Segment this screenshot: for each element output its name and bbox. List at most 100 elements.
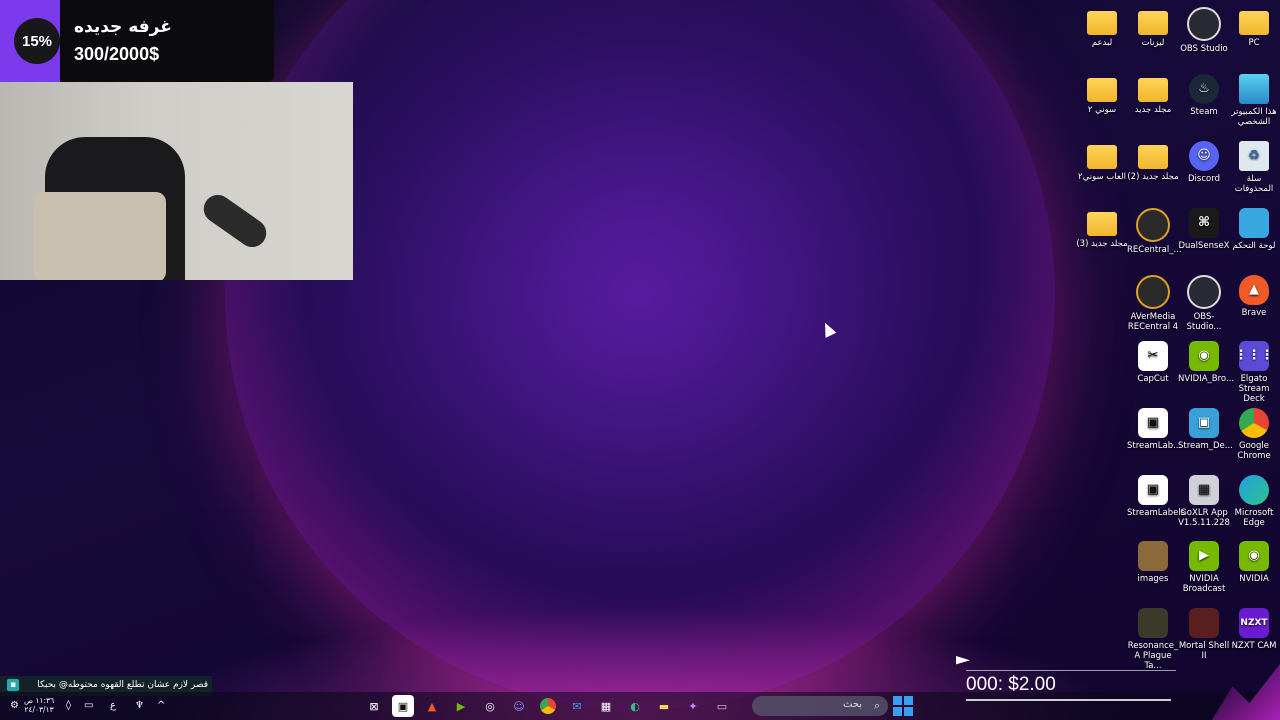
desktop-icon-steam[interactable]: ♨ Steam [1178,69,1230,117]
search-icon: ⌕ [873,699,880,712]
goal-percent: 15% [14,18,60,64]
desktop-icon-stream-deck[interactable]: ▣ Stream_De... [1178,403,1233,451]
windows-logo-quadrant [904,696,913,705]
desktop-icon-folder-lyrics[interactable]: ليزنات [1127,2,1179,48]
desktop-icon-folder-sony-games[interactable]: العاب سوني٢ [1076,136,1128,182]
desktop-icon-dualsensex[interactable]: ⌘ DualSenseX [1178,203,1230,251]
desktop-icon-images[interactable]: images [1127,536,1179,584]
desktop-icon-this-pc[interactable]: هذا الكمبيوتر الشخصي [1228,69,1280,127]
desktop-icon-new-folder[interactable]: مجلد جديد [1127,69,1179,115]
game-icon [1189,608,1219,638]
nvidia-icon[interactable]: ▶ [450,695,472,717]
desktop-icon-label: GoXLR App V1.5.11.228 [1178,508,1230,528]
obs-icon[interactable]: ◎ [479,695,501,717]
desktop-icon-label: Discord [1188,174,1220,184]
desktop-icon-edge[interactable]: Microsoft Edge [1228,470,1280,528]
desktop-icon-label: Stream_De... [1178,441,1233,451]
recycle-bin-icon: ♻ [1239,141,1269,171]
copilot-icon[interactable]: ✦ [682,695,704,717]
tray-clock[interactable]: ١١:٣٦ ص ٢٤/٠٣/١٣ [24,696,54,714]
app-icon[interactable]: ▭ [711,695,733,717]
desktop-icon-goxlr[interactable]: ▦ GoXLR App V1.5.11.228 [1178,470,1230,528]
streamlabs-icon: ▣ [1138,408,1168,438]
settings-icon[interactable]: ⚙ [10,700,19,711]
chat-user-icon: ▪ [7,679,19,691]
folder-icon [1087,11,1117,35]
chat-message: قصر لازم عشان تطلع القهوه محتوطه@ بحبكا [37,680,208,690]
desktop-icon-label: images [1137,574,1169,584]
discord-icon[interactable]: ☺ [508,695,530,717]
desktop-icon-label: StreamLab... [1127,441,1182,451]
desktop-icon-control-panel[interactable]: لوحة التحكم [1228,203,1280,251]
edge-icon[interactable]: ◐ [624,695,646,717]
desktop-icon-nzxt[interactable]: NZXT NZXT CAM [1228,603,1280,651]
donation-amount: 000: $2.00 [966,674,1056,695]
donation-glow [1212,664,1280,720]
desktop-icon-obs[interactable]: OBS Studio [1178,2,1230,54]
nvidia-icon: ◉ [1189,341,1219,371]
file-explorer-icon[interactable]: ▬ [653,695,675,717]
microphone-icon[interactable]: ♆ [135,700,144,711]
edge-icon [1239,475,1269,505]
computer-icon [1239,74,1269,104]
store-icon[interactable]: ▦ [595,695,617,717]
windows-logo-quadrant [893,696,902,705]
monitor-icon[interactable]: ▭ [84,700,93,711]
windows-logo-quadrant [893,707,902,716]
obs-icon [1187,7,1221,41]
desktop-icon-label: لوحة التحكم [1232,241,1276,251]
network-icon[interactable]: ◊ [66,700,71,711]
desktop-icon-label: DualSenseX [1178,241,1230,251]
desktop-icon-label: NVIDIA Broadcast [1182,574,1226,594]
game-icon [1138,608,1168,638]
desktop-icon-label: Steam [1190,107,1218,117]
taskbar-search[interactable]: بحث ⌕ [752,696,888,716]
desktop-icon-avermedia[interactable]: AVerMedia RECentral 4 [1127,270,1179,332]
image-icon [1138,541,1168,571]
chrome-icon[interactable] [537,695,559,717]
desktop-icon-label: NVIDIA [1239,574,1269,584]
desktop-icon-label: Brave [1241,308,1267,318]
nzxt-icon: NZXT [1239,608,1269,638]
desktop-icon-elgato[interactable]: ⋮⋮⋮ Elgato Stream Deck [1228,336,1280,404]
chevron-up-icon[interactable]: ^ [157,700,165,711]
desktop-icon-brave[interactable]: ▲ Brave [1228,270,1280,318]
desktop-icon-chrome[interactable]: Google Chrome [1228,403,1280,461]
desktop-icon-label: AVerMedia RECentral 4 [1127,312,1179,332]
desktop-icon-folder-sony2[interactable]: سوني ٢ [1076,69,1128,115]
desktop-icon-label: Microsoft Edge [1234,508,1274,528]
donation-alert-widget: 000: $2.00 [950,652,1280,720]
desktop-icon-obs-shortcut[interactable]: OBS-Studio... [1178,270,1230,332]
brave-icon[interactable]: ▲ [421,695,443,717]
desktop-icon-recycle-bin[interactable]: ♻ سلة المحذوفات [1228,136,1280,194]
desktop-icon-nvidia-broadcast[interactable]: ▶ NVIDIA Broadcast [1178,536,1230,594]
desktop-icon-label: StreamLabels [1127,508,1186,518]
start-button[interactable] [893,696,913,716]
language-indicator[interactable]: ع [110,700,116,711]
recentral-icon [1136,275,1170,309]
desktop-icon-capcut[interactable]: ✂ CapCut [1127,336,1179,384]
steam-icon: ♨ [1189,74,1219,104]
desktop-icon-label: مجلد جديد [1134,105,1172,115]
desktop-icon-streamlabs[interactable]: ▣ StreamLab... [1127,403,1182,451]
desktop-icon-pc[interactable]: PC [1228,2,1280,48]
desktop-icon-label: العاب سوني٢ [1078,172,1126,182]
desktop-icon-label: Elgato Stream Deck [1238,374,1270,404]
streamlabs-icon[interactable]: ▣ [392,695,414,717]
goal-progress: 300/2000$ [74,44,160,64]
desktop-icon-new-folder-3[interactable]: (3) مجلد جديد [1076,203,1128,249]
xbox-icon[interactable]: ⊠ [363,695,385,717]
desktop-icon-folder-support[interactable]: لبدعم [1076,2,1128,48]
desktop-icon-discord[interactable]: ☺ Discord [1178,136,1230,184]
tray-time: ١١:٣٦ ص [24,696,55,705]
desktop-icon-nvidia-broadcast-shortcut[interactable]: ◉ NVIDIA_Bro... [1178,336,1234,384]
streamlabs-icon: ▣ [1138,475,1168,505]
desktop-icon-recentral[interactable]: RECentral_... [1127,203,1182,255]
mail-icon[interactable]: ✉ [566,695,588,717]
recentral-icon [1136,208,1170,242]
desktop-icon-streamlabels[interactable]: ▣ StreamLabels [1127,470,1186,518]
capcut-icon: ✂ [1138,341,1168,371]
desktop-icon-new-folder-2[interactable]: (2) مجلد جديد [1127,136,1179,182]
desktop-icon-label: هذا الكمبيوتر الشخصي [1231,107,1277,127]
desktop-icon-nvidia[interactable]: ◉ NVIDIA [1228,536,1280,584]
